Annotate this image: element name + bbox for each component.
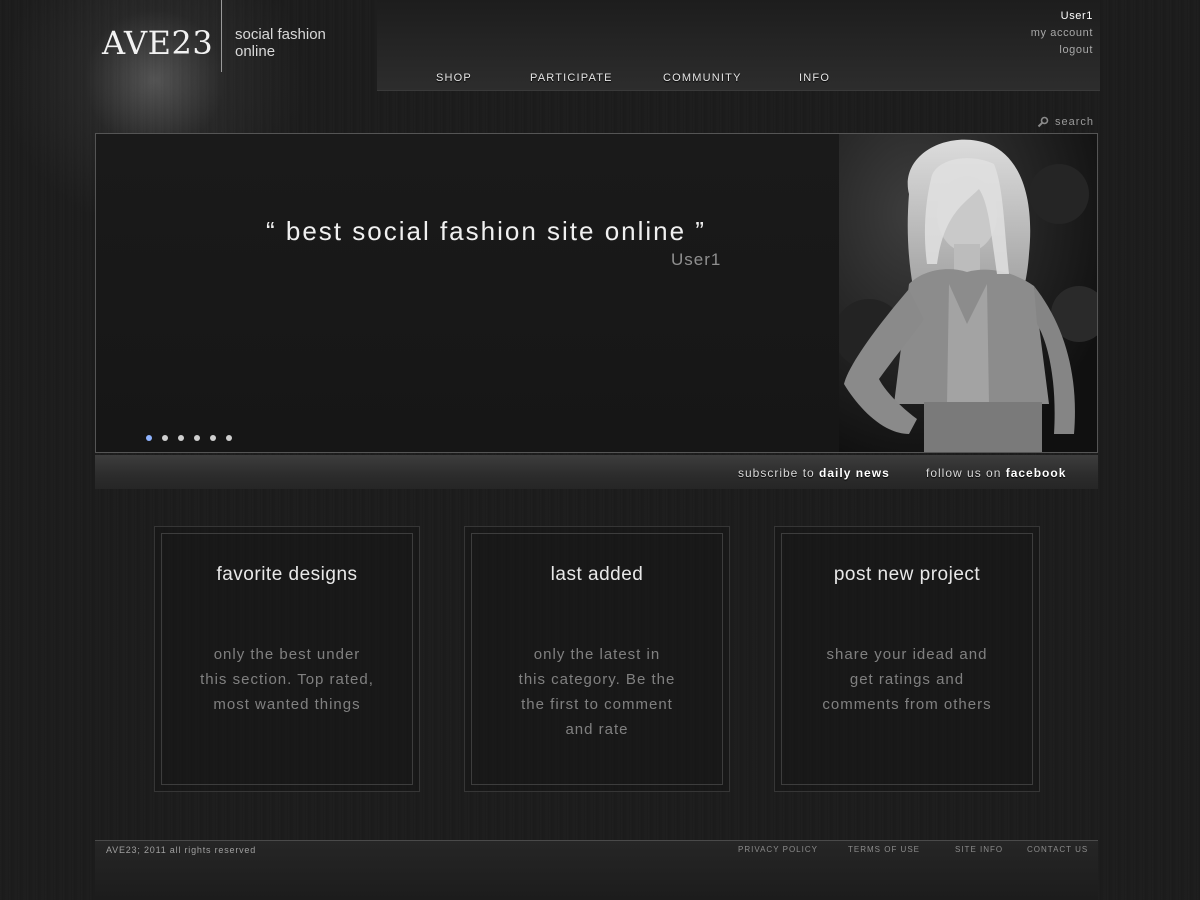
follow-prefix: follow us on (926, 466, 1006, 480)
search-label: search (1054, 116, 1094, 128)
my-account-link[interactable]: my account (1031, 25, 1093, 42)
nav-item-shop[interactable]: SHOP (436, 72, 472, 84)
footer-link-privacy-policy[interactable]: PRIVACY POLICY (738, 845, 818, 854)
subscribe-target: daily news (819, 466, 890, 480)
slide-dot-2[interactable] (162, 435, 168, 441)
logo-divider (221, 0, 222, 72)
subscribe-bar: subscribe to daily news follow us on fac… (95, 455, 1098, 489)
main-nav: SHOP PARTICIPATE COMMUNITY INFO (0, 72, 1200, 88)
subscribe-prefix: subscribe to (738, 466, 820, 480)
slide-dot-6[interactable] (226, 435, 232, 441)
slide-indicators (146, 435, 232, 441)
search-link[interactable]: search (1037, 116, 1094, 128)
tagline-line-1: social fashion (235, 26, 326, 43)
feature-line: this section. Top rated, (200, 671, 374, 688)
feature-line: this category. Be the (518, 671, 676, 688)
user-menu: User1 my account logout (1031, 8, 1093, 59)
slide-dot-3[interactable] (178, 435, 184, 441)
feature-line: and rate (565, 721, 629, 738)
feature-line: only the latest in (533, 646, 661, 663)
feature-line: comments from others (822, 696, 992, 713)
feature-line: only the best under (213, 646, 361, 663)
slide-dot-4[interactable] (194, 435, 200, 441)
slide-dot-1[interactable] (146, 435, 152, 441)
feature-line: get ratings and (849, 671, 965, 688)
feature-description: only the latest in this category. Be the… (485, 642, 709, 742)
site-tagline: social fashion online (235, 26, 326, 60)
feature-description: share your idead and get ratings and com… (795, 642, 1019, 717)
hero-quote-author: User1 (671, 250, 722, 269)
footer-link-contact-us[interactable]: CONTACT US (1027, 845, 1088, 854)
logout-link[interactable]: logout (1031, 42, 1093, 59)
nav-item-info[interactable]: INFO (799, 72, 830, 84)
subscribe-daily-news-link[interactable]: subscribe to daily news (738, 466, 890, 480)
feature-title: last added (550, 564, 644, 585)
feature-box-post-new-project[interactable]: post new project share your idead and ge… (774, 526, 1040, 792)
tagline-line-2: online (235, 43, 276, 60)
feature-title: favorite designs (216, 564, 358, 585)
feature-line: the first to comment (521, 696, 673, 713)
footer-link-site-info[interactable]: SITE INFO (955, 845, 1003, 854)
site-logo[interactable]: AVE23 (102, 24, 213, 62)
hero-quote: “ best social fashion site online ” (266, 216, 706, 246)
feature-title: post new project (833, 564, 981, 585)
woman-portrait-photo (834, 134, 1097, 452)
feature-description: only the best under this section. Top ra… (175, 642, 399, 717)
user-name[interactable]: User1 (1031, 8, 1093, 25)
footer-link-terms-of-use[interactable]: TERMS OF USE (848, 845, 920, 854)
follow-target: facebook (1005, 466, 1067, 480)
follow-facebook-link[interactable]: follow us on facebook (926, 466, 1066, 480)
nav-item-participate[interactable]: PARTICIPATE (530, 72, 613, 84)
feature-box-favorite-designs[interactable]: favorite designs only the best under thi… (154, 526, 420, 792)
nav-item-community[interactable]: COMMUNITY (663, 72, 742, 84)
copyright-text: AVE23; 2011 all rights reserved (106, 845, 257, 855)
hero-slider: “ best social fashion site online ” User… (95, 133, 1098, 453)
footer: AVE23; 2011 all rights reserved PRIVACY … (95, 840, 1098, 900)
feature-box-last-added[interactable]: last added only the latest in this categ… (464, 526, 730, 792)
slide-dot-5[interactable] (210, 435, 216, 441)
feature-line: share your idead and (826, 646, 988, 663)
search-icon (1037, 116, 1049, 128)
feature-line: most wanted things (213, 696, 361, 713)
